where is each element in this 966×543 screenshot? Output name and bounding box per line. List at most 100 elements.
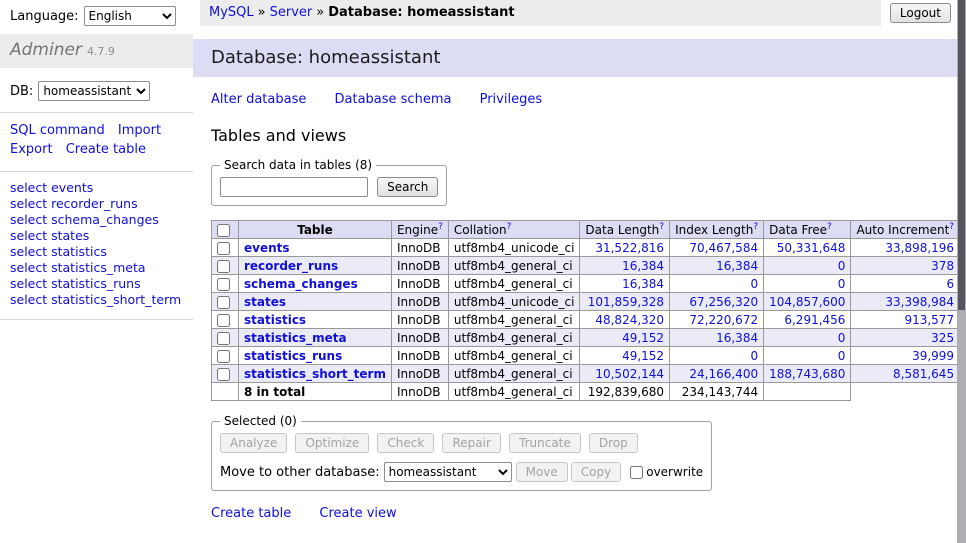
alter-database-link[interactable]: Alter database (211, 92, 306, 107)
index-length-link[interactable]: 16,384 (716, 331, 758, 345)
sidebar-item-select-statistics-runs[interactable]: select statistics_runs (10, 276, 183, 292)
data-free-link[interactable]: 188,743,680 (769, 367, 845, 381)
auto-increment-help-link[interactable]: ? (949, 222, 954, 232)
table-name-link[interactable]: statistics_runs (244, 349, 342, 363)
data-free-link[interactable]: 6,291,456 (784, 313, 845, 327)
data-length-cell: 10,502,144 (580, 365, 670, 383)
search-button[interactable]: Search (377, 177, 438, 197)
search-fieldset: Search data in tables (8) Search (211, 158, 447, 206)
sidebar-create-table-link[interactable]: Create table (66, 142, 146, 157)
check-button[interactable]: Check (377, 433, 434, 453)
data-free-link[interactable]: 0 (838, 259, 846, 273)
table-name-link[interactable]: recorder_runs (244, 259, 338, 273)
auto-increment-link[interactable]: 33,398,984 (885, 295, 954, 309)
row-checkbox[interactable] (217, 314, 230, 327)
sidebar-item-select-states[interactable]: select states (10, 228, 183, 244)
index-length-link[interactable]: 0 (750, 277, 758, 291)
table-name-link[interactable]: schema_changes (244, 277, 358, 291)
db-select[interactable]: homeassistant (38, 81, 150, 101)
index-length-link[interactable]: 67,256,320 (689, 295, 758, 309)
create-view-link[interactable]: Create view (319, 506, 396, 521)
auto-increment-link[interactable]: 33,898,196 (885, 241, 954, 255)
truncate-button[interactable]: Truncate (509, 433, 581, 453)
language-area: Language:English (0, 0, 193, 26)
scrollbar-thumb[interactable] (958, 0, 965, 310)
index-length-link[interactable]: 0 (750, 349, 758, 363)
auto-increment-link[interactable]: 6 (946, 277, 954, 291)
vertical-scrollbar[interactable] (957, 0, 966, 543)
index-length-link[interactable]: 70,467,584 (689, 241, 758, 255)
table-name-link[interactable]: statistics_short_term (244, 367, 386, 381)
sidebar-item-select-statistics-meta[interactable]: select statistics_meta (10, 260, 183, 276)
data-length-link[interactable]: 16,384 (622, 277, 664, 291)
sidebar-sql-command-link[interactable]: SQL command (10, 123, 105, 138)
auto-increment-link[interactable]: 39,999 (912, 349, 954, 363)
data-length-link[interactable]: 49,152 (622, 349, 664, 363)
data-free-link[interactable]: 0 (838, 349, 846, 363)
tables-and-views-heading: Tables and views (211, 126, 966, 145)
row-checkbox[interactable] (217, 368, 230, 381)
data-length-link[interactable]: 101,859,328 (588, 295, 664, 309)
data-length-link[interactable]: 49,152 (622, 331, 664, 345)
search-input[interactable] (220, 177, 368, 197)
sidebar-import-link[interactable]: Import (118, 123, 161, 138)
row-check-cell (212, 257, 239, 275)
sidebar-item-select-statistics-short-term[interactable]: select statistics_short_term (10, 292, 183, 308)
data-free-link[interactable]: 104,857,600 (769, 295, 845, 309)
auto-increment-link[interactable]: 913,577 (904, 313, 954, 327)
row-checkbox[interactable] (217, 242, 230, 255)
table-name-link[interactable]: statistics (244, 313, 306, 327)
collation-help-link[interactable]: ? (507, 222, 512, 232)
row-checkbox[interactable] (217, 296, 230, 309)
data-length-help-link[interactable]: ? (659, 222, 664, 232)
index-length-link[interactable]: 72,220,672 (689, 313, 758, 327)
index-length-cell: 0 (670, 275, 764, 293)
data-length-link[interactable]: 31,522,816 (595, 241, 664, 255)
auto-increment-link[interactable]: 378 (931, 259, 954, 273)
data-free-link[interactable]: 0 (838, 277, 846, 291)
language-select[interactable]: English (84, 6, 176, 26)
index-length-help-link[interactable]: ? (753, 222, 758, 232)
engine-help-link[interactable]: ? (438, 222, 443, 232)
privileges-link[interactable]: Privileges (480, 92, 543, 107)
move-button[interactable]: Move (516, 462, 568, 482)
index-length-link[interactable]: 24,166,400 (689, 367, 758, 381)
drop-button[interactable]: Drop (589, 433, 638, 453)
optimize-button[interactable]: Optimize (295, 433, 369, 453)
row-checkbox[interactable] (217, 332, 230, 345)
data-free-link[interactable]: 0 (838, 331, 846, 345)
sidebar-item-select-recorder-runs[interactable]: select recorder_runs (10, 196, 183, 212)
table-name-link[interactable]: statistics_meta (244, 331, 347, 345)
table-name-link[interactable]: events (244, 241, 290, 255)
sidebar-export-link[interactable]: Export (10, 142, 53, 157)
logout-button[interactable]: Logout (890, 3, 951, 23)
adminer-logo-link[interactable]: Adminer (10, 40, 82, 60)
create-table-link[interactable]: Create table (211, 506, 291, 521)
auto-increment-link[interactable]: 325 (931, 331, 954, 345)
auto-increment-link[interactable]: 8,581,645 (893, 367, 954, 381)
auto-increment-cell: 33,898,196 (851, 239, 960, 257)
move-database-select[interactable]: homeassistant (384, 462, 512, 482)
data-free-help-link[interactable]: ? (827, 222, 832, 232)
data-free-link[interactable]: 50,331,648 (777, 241, 846, 255)
table-name-link[interactable]: states (244, 295, 286, 309)
database-schema-link[interactable]: Database schema (335, 92, 452, 107)
data-length-link[interactable]: 10,502,144 (595, 367, 664, 381)
overwrite-checkbox[interactable] (630, 466, 643, 479)
data-length-link[interactable]: 48,824,320 (595, 313, 664, 327)
index-length-link[interactable]: 16,384 (716, 259, 758, 273)
row-check-cell (212, 311, 239, 329)
breadcrumb-server-link[interactable]: Server (270, 5, 313, 20)
repair-button[interactable]: Repair (442, 433, 500, 453)
copy-button[interactable]: Copy (571, 462, 621, 482)
row-checkbox[interactable] (217, 278, 230, 291)
row-checkbox[interactable] (217, 350, 230, 363)
sidebar-item-select-schema-changes[interactable]: select schema_changes (10, 212, 183, 228)
breadcrumb-mysql-link[interactable]: MySQL (209, 5, 254, 20)
sidebar-item-select-statistics[interactable]: select statistics (10, 244, 183, 260)
sidebar-item-select-events[interactable]: select events (10, 180, 183, 196)
select-all-checkbox[interactable] (217, 224, 230, 237)
analyze-button[interactable]: Analyze (220, 433, 287, 453)
data-length-link[interactable]: 16,384 (622, 259, 664, 273)
row-checkbox[interactable] (217, 260, 230, 273)
